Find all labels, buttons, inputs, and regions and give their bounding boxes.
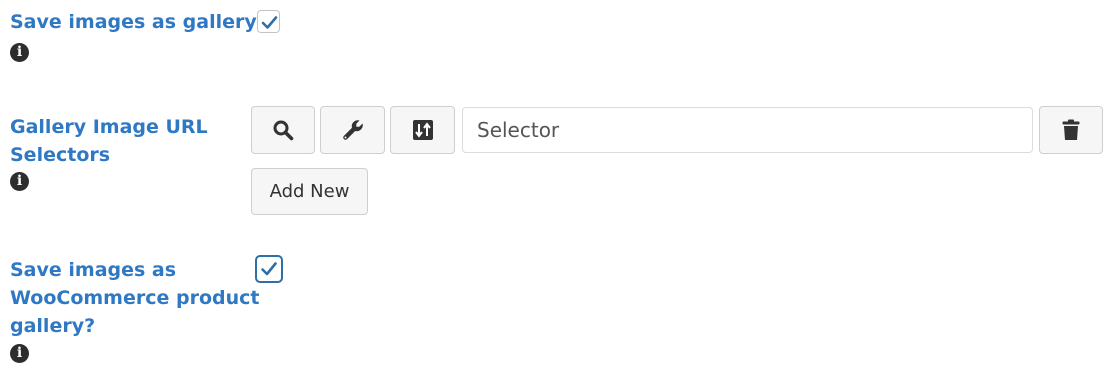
info-icon[interactable]: i	[10, 43, 29, 62]
label-line: Selectors	[10, 144, 111, 166]
save-images-as-gallery-label: Save images as gallery?	[10, 11, 268, 33]
add-new-button[interactable]: Add New	[251, 168, 368, 215]
sort-numeric-icon	[412, 120, 433, 140]
delete-button[interactable]	[1039, 106, 1103, 154]
search-button[interactable]	[251, 106, 315, 154]
gallery-image-url-selectors-label: Gallery Image URL Selectors	[10, 113, 208, 169]
selector-input[interactable]	[462, 107, 1033, 153]
wrench-icon	[342, 120, 363, 140]
checkmark-icon	[261, 16, 278, 29]
label-line: WooCommerce product	[10, 287, 260, 309]
save-images-as-woocommerce-gallery-checkbox[interactable]	[255, 255, 283, 283]
save-images-as-gallery-checkbox[interactable]	[257, 10, 280, 33]
sort-button[interactable]	[390, 106, 455, 154]
info-icon[interactable]: i	[10, 172, 29, 191]
label-line: gallery?	[10, 315, 96, 337]
label-line: Save images as	[10, 259, 177, 281]
info-icon[interactable]: i	[10, 344, 29, 363]
save-images-as-woocommerce-gallery-label: Save images as WooCommerce product galle…	[10, 256, 260, 340]
settings-button[interactable]	[320, 106, 385, 154]
trash-icon	[1062, 119, 1080, 140]
checkmark-icon	[261, 262, 277, 276]
search-icon	[273, 120, 294, 141]
label-line: Gallery Image URL	[10, 116, 208, 138]
